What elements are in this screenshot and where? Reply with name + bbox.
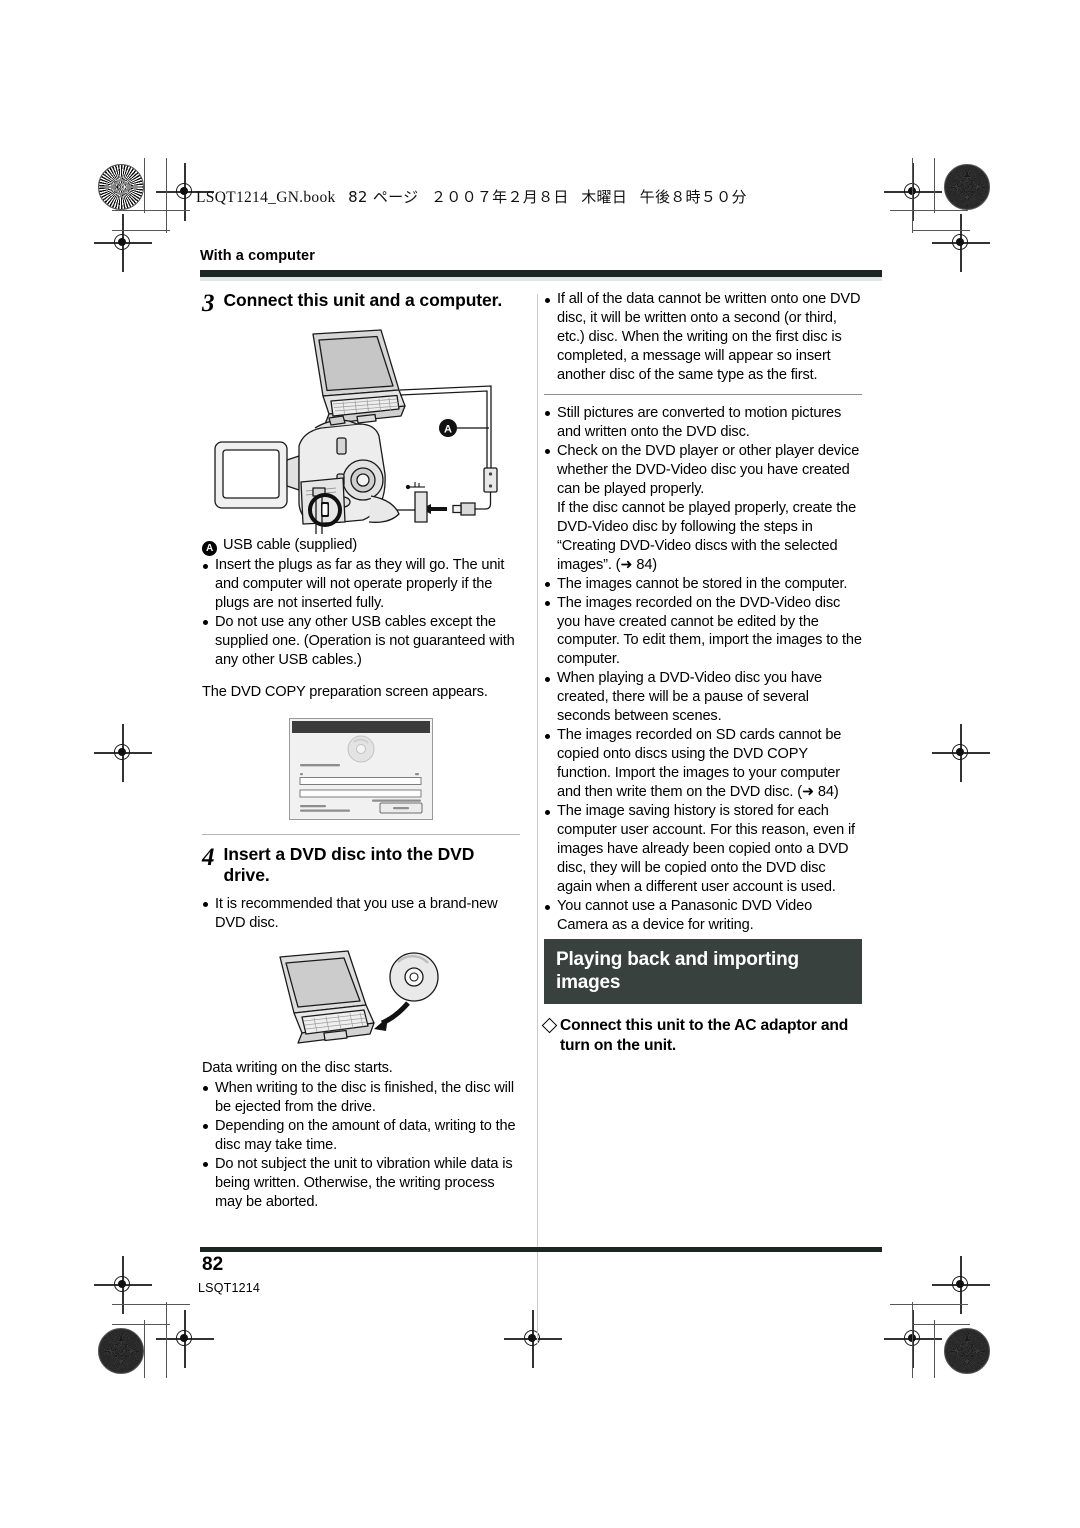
- registration-mark-right-lower: [932, 1256, 990, 1314]
- book-time: 午後８時５０分: [639, 188, 747, 206]
- crop-line-tr-v2: [912, 158, 913, 233]
- dvd-copy-general-notes: Still pictures are converted to motion p…: [544, 404, 862, 935]
- page-number: 82: [202, 1254, 224, 1275]
- step-3-number: 3: [202, 290, 215, 317]
- registration-starburst-bottom-left: [98, 1328, 144, 1374]
- diamond-bullet-icon: [541, 1018, 558, 1034]
- crop-line-bl-v2: [166, 1302, 167, 1378]
- callout-a-marker: A: [202, 541, 217, 556]
- right-column: If all of the data cannot be written ont…: [541, 290, 862, 1056]
- list-item: Do not subject the unit to vibration whi…: [202, 1155, 520, 1212]
- list-item: It is recommended that you use a brand-n…: [202, 895, 520, 933]
- list-item: Insert the plugs as far as they will go.…: [202, 556, 520, 613]
- crop-line-tl-h1: [112, 210, 190, 211]
- list-item: Still pictures are converted to motion p…: [544, 404, 862, 442]
- column-divider: [537, 294, 538, 1344]
- crop-line-bl-v1: [144, 1320, 145, 1378]
- list-item: You cannot use a Panasonic DVD Video Cam…: [544, 897, 862, 935]
- registration-starburst-top-left: [98, 164, 144, 210]
- list-item: When writing to the disc is finished, th…: [202, 1079, 520, 1117]
- multi-disc-notes: If all of the data cannot be written ont…: [544, 290, 862, 385]
- registration-mark-right-middle: [932, 724, 990, 782]
- running-head: With a computer: [200, 248, 315, 264]
- dvd-copy-result-text: The DVD COPY preparation screen appears.: [202, 683, 488, 700]
- notes-divider: [544, 393, 862, 395]
- step-4: 4 Insert a DVD disc into the DVD drive.: [202, 844, 520, 887]
- footer-rule-bar: [200, 1247, 882, 1252]
- print-header-line: LSQT1214_GN.book 82 ページ ２００７年２月８日 木曜日 午後…: [196, 186, 747, 207]
- section-divider-step4: [202, 833, 520, 835]
- crop-line-bl-h2: [112, 1324, 170, 1325]
- part-number: LSQT1214: [198, 1281, 261, 1295]
- crop-line-tl-h2: [112, 230, 170, 231]
- callout-a-legend: A USB cable (supplied): [202, 536, 520, 556]
- list-item: The images recorded on SD cards cannot b…: [544, 726, 862, 802]
- header-rule-bar: [200, 270, 882, 277]
- crop-line-tr-h1: [890, 210, 968, 211]
- document-page: LSQT1214_GN.book 82 ページ ２００７年２月８日 木曜日 午後…: [196, 186, 886, 1344]
- list-item: If all of the data cannot be written ont…: [544, 290, 862, 385]
- list-item: Depending on the amount of data, writing…: [202, 1117, 520, 1155]
- step-4-number: 4: [202, 843, 215, 871]
- section-heading-bar: Playing back and importing images: [544, 938, 862, 1005]
- crop-line-tl-v1: [144, 158, 145, 213]
- dvd-copy-preparation-dialog-screenshot: [289, 717, 433, 820]
- registration-mark-left-upper: [94, 214, 152, 272]
- book-page-marker: 82 ページ: [348, 188, 419, 206]
- writing-notes: When writing to the disc is finished, th…: [202, 1079, 520, 1212]
- crop-line-tr-v1: [934, 158, 935, 213]
- svg-text:A: A: [444, 424, 452, 436]
- step-3-title: Connect this unit and a computer.: [223, 290, 503, 310]
- callout-a-label: USB cable (supplied): [223, 537, 358, 553]
- book-file-name: LSQT1214_GN.book: [196, 189, 336, 206]
- step4-notes: It is recommended that you use a brand-n…: [202, 895, 520, 933]
- crop-line-br-v2: [912, 1302, 913, 1378]
- left-column: 3 Connect this unit and a computer. A A …: [202, 290, 520, 1212]
- list-item: The image saving history is stored for e…: [544, 802, 862, 897]
- registration-mark-bottom-right: [884, 1310, 942, 1368]
- subsection-heading: Connect this unit to the AC adaptor and …: [541, 1016, 862, 1056]
- crop-line-bl-h1: [112, 1304, 190, 1305]
- crop-line-br-v1: [934, 1320, 935, 1378]
- crop-line-tr-h2: [912, 230, 970, 231]
- registration-mark-bottom-center: [504, 1310, 562, 1368]
- usb-cable-notes: Insert the plugs as far as they will go.…: [202, 556, 520, 670]
- crop-line-tl-v2: [166, 158, 167, 233]
- list-item: Check on the DVD player or other player …: [544, 442, 862, 575]
- crop-line-br-h1: [890, 1304, 968, 1305]
- registration-mark-left-middle: [94, 724, 152, 782]
- registration-mark-bottom-left: [156, 1310, 214, 1368]
- book-date: ２００７年２月８日: [430, 188, 569, 206]
- registration-mark-right-upper: [932, 214, 990, 272]
- registration-starburst-bottom-right: [944, 1328, 990, 1374]
- figure-insert-dvd-disc: [279, 950, 439, 1044]
- registration-mark-top-right: [884, 163, 942, 221]
- step-4-title: Insert a DVD disc into the DVD drive.: [223, 843, 475, 886]
- crop-line-br-h2: [912, 1324, 970, 1325]
- subsection-heading-label: Connect this unit to the AC adaptor and …: [560, 1017, 849, 1055]
- list-item: The images cannot be stored in the compu…: [544, 575, 862, 594]
- registration-mark-left-lower: [94, 1256, 152, 1314]
- list-item: The images recorded on the DVD-Video dis…: [544, 594, 862, 670]
- list-item: When playing a DVD-Video disc you have c…: [544, 669, 862, 726]
- figure-connect-unit-to-computer: A: [214, 329, 498, 534]
- list-item: Do not use any other USB cables except t…: [202, 613, 520, 670]
- step-3: 3 Connect this unit and a computer.: [202, 290, 520, 316]
- registration-starburst-top-right: [944, 164, 990, 210]
- data-writing-result-text: Data writing on the disc starts.: [202, 1059, 393, 1076]
- book-weekday: 木曜日: [581, 188, 628, 206]
